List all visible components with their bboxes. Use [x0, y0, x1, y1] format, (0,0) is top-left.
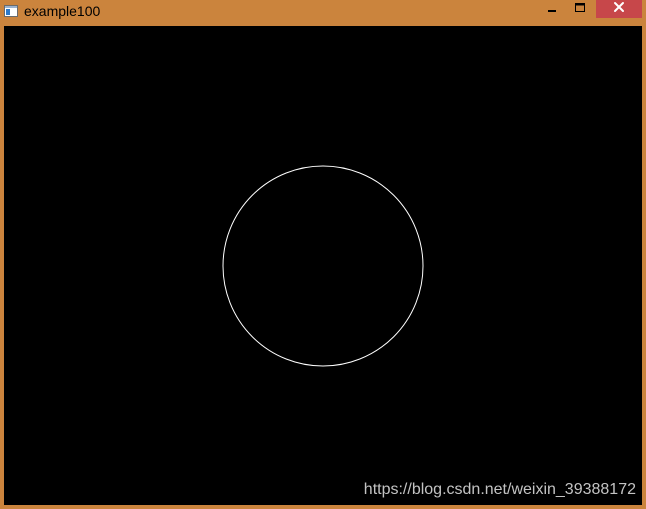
minimize-icon: [547, 0, 557, 18]
drawing-surface: [222, 165, 424, 367]
app-window: example100 https://blog.csdn.net/weixin_…: [0, 0, 646, 509]
close-button[interactable]: [596, 0, 642, 18]
window-title: example100: [24, 3, 101, 19]
watermark-text: https://blog.csdn.net/weixin_39388172: [363, 481, 636, 498]
title-bar[interactable]: example100: [0, 0, 646, 22]
maximize-button[interactable]: [566, 0, 594, 18]
canvas-area[interactable]: https://blog.csdn.net/weixin_39388172: [4, 26, 642, 505]
app-window-icon[interactable]: [4, 4, 18, 17]
close-icon: [613, 0, 625, 18]
maximize-icon: [575, 0, 585, 18]
drawn-circle: [222, 165, 424, 367]
minimize-button[interactable]: [538, 0, 566, 18]
